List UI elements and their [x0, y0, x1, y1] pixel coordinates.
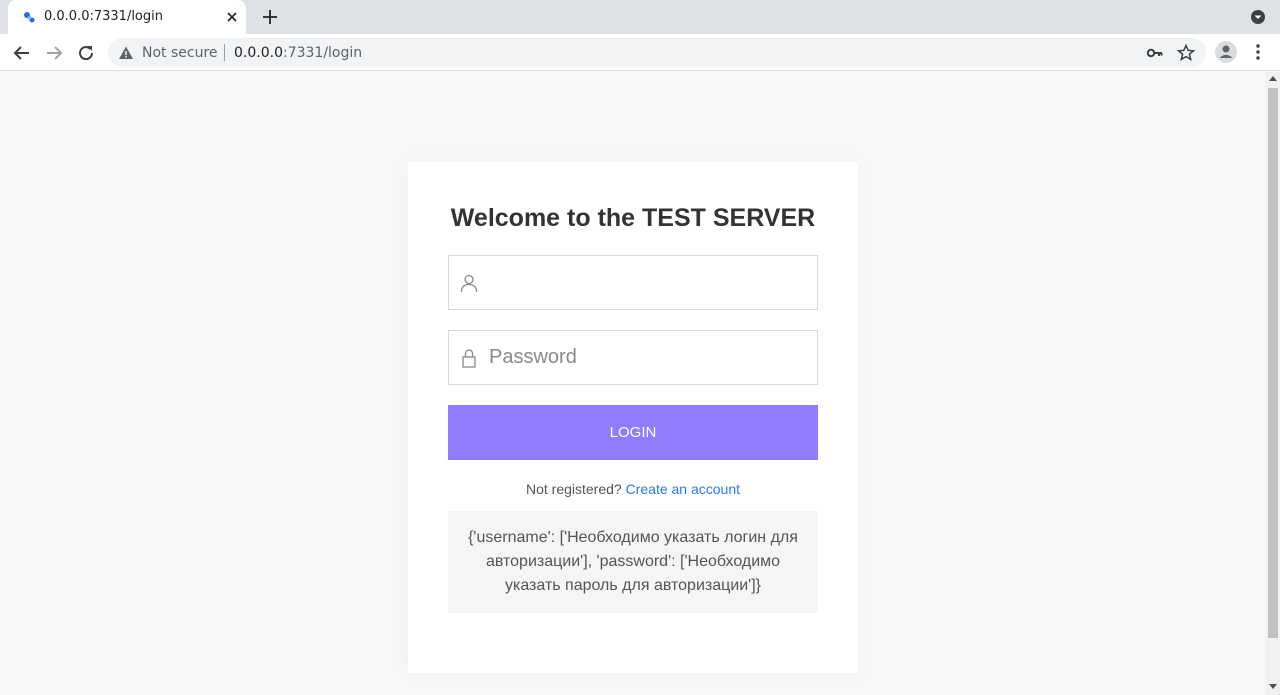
back-icon[interactable] [10, 41, 34, 65]
password-input[interactable] [489, 331, 809, 384]
security-label[interactable]: Not secure [142, 45, 218, 61]
url-host: 0.0.0.0 [234, 45, 283, 61]
address-bar[interactable]: Not secure 0.0.0.0:7331/login [108, 38, 1206, 67]
browser-tabstrip: 0.0.0.0:7331/login [0, 0, 1280, 34]
scroll-up-arrow-icon[interactable] [1269, 76, 1277, 81]
warning-icon[interactable] [118, 45, 134, 61]
tab-title: 0.0.0.0:7331/login [44, 9, 163, 24]
user-icon [460, 274, 478, 293]
browser-tab[interactable]: 0.0.0.0:7331/login [8, 0, 246, 34]
favicon-icon [24, 12, 35, 23]
lock-icon [462, 349, 476, 368]
new-tab-icon[interactable] [260, 7, 280, 27]
password-field[interactable] [448, 330, 818, 385]
username-field[interactable] [448, 255, 818, 310]
forward-icon[interactable] [42, 41, 66, 65]
key-icon[interactable] [1146, 44, 1164, 62]
scrollbar-thumb[interactable] [1268, 88, 1278, 638]
register-text: Not registered? [525, 481, 622, 497]
page-scrollbar[interactable] [1266, 72, 1280, 695]
reload-icon[interactable] [74, 41, 98, 65]
tab-search-icon[interactable] [1249, 8, 1267, 26]
register-prompt: Not registered? Create an account [408, 481, 858, 497]
create-account-link[interactable]: Create an account [626, 481, 740, 497]
url-path: :7331/login [282, 45, 363, 61]
error-message: {'username': ['Необходимо указать логин … [448, 511, 818, 613]
browser-toolbar: Not secure 0.0.0.0:7331/login [0, 34, 1280, 71]
profile-avatar-icon[interactable] [1214, 40, 1238, 64]
browser-menu-icon[interactable] [1248, 42, 1268, 62]
page-title: Welcome to the TEST SERVER [450, 204, 816, 232]
scroll-down-arrow-icon[interactable] [1269, 684, 1277, 689]
login-button[interactable]: LOGIN [448, 405, 818, 460]
omnibox-separator [224, 44, 225, 61]
close-tab-icon[interactable] [224, 9, 240, 25]
bookmark-star-icon[interactable] [1176, 43, 1196, 63]
url-text[interactable]: 0.0.0.0:7331/login [234, 45, 362, 61]
login-card: Welcome to the TEST SERVER LOGIN Not reg… [408, 162, 858, 673]
page-viewport: Welcome to the TEST SERVER LOGIN Not reg… [0, 72, 1266, 695]
username-input[interactable] [489, 256, 809, 309]
